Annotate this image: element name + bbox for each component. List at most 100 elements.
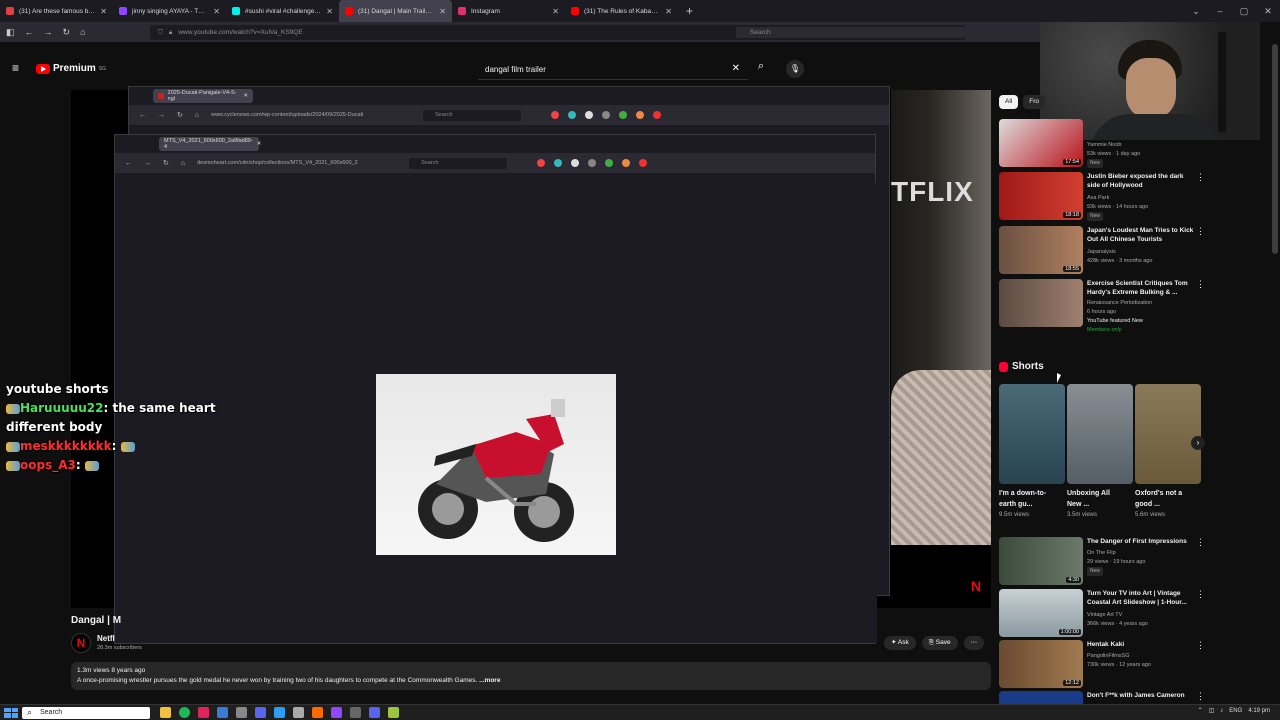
network-icon[interactable]: ◫ <box>1209 707 1215 714</box>
ask-button[interactable]: ✦ Ask <box>884 636 916 650</box>
browser-tab[interactable]: (31) The Rules of Kabaddi - EX✕ <box>565 0 678 22</box>
close-tab-icon[interactable]: ✕ <box>243 93 248 99</box>
video-description[interactable]: 1.3m views 8 years ago A once-promising … <box>71 662 991 690</box>
short-thumbnail[interactable] <box>1067 384 1133 484</box>
browser-tab[interactable]: #sushi #viral #challenge #pozzi✕ <box>226 0 339 22</box>
close-tab-icon[interactable]: ✕ <box>439 7 446 16</box>
home-icon[interactable]: ⌂ <box>195 112 199 119</box>
forward-arrow-icon[interactable]: → <box>144 160 151 167</box>
recommended-video[interactable]: Exercise Scientist Critiques Tom Hardy's… <box>999 279 1205 339</box>
app-icon[interactable] <box>198 707 209 718</box>
close-tab-icon[interactable]: ✕ <box>100 7 107 16</box>
home-icon[interactable]: ⌂ <box>181 160 185 167</box>
close-tab-icon[interactable]: ✕ <box>213 7 220 16</box>
app-icon[interactable] <box>331 707 342 718</box>
overlay-tab[interactable]: MTS_V4_2021_600x600_2a9fad89-4 ✕ <box>159 137 262 151</box>
video-thumbnail[interactable]: 1:00:00 <box>999 589 1083 637</box>
browser-tab[interactable]: (31) Are these famous butter c✕ <box>0 0 113 22</box>
file-explorer-icon[interactable] <box>160 707 171 718</box>
extension-icon[interactable] <box>571 159 580 167</box>
windows-start-icon[interactable] <box>4 707 18 718</box>
more-options-icon[interactable]: ⋮ <box>1196 537 1205 548</box>
browser-icon[interactable] <box>217 707 228 718</box>
taskbar-search-input[interactable]: Search <box>22 706 150 719</box>
app-icon[interactable] <box>274 707 285 718</box>
volume-icon[interactable]: ♪ <box>1220 708 1223 714</box>
overlay-tab[interactable]: 2025-Ducati-Panigale-V4-S-ngl ✕ <box>153 89 253 103</box>
extension-icon[interactable] <box>554 159 563 167</box>
browser-search-input[interactable]: Search <box>736 27 966 38</box>
back-arrow-icon[interactable]: ← <box>125 160 132 167</box>
chevron-down-icon[interactable]: ⌄ <box>1184 0 1208 22</box>
back-arrow-icon[interactable]: ← <box>139 112 146 119</box>
extension-icon[interactable] <box>619 111 628 119</box>
spotify-icon[interactable] <box>179 707 190 718</box>
recommended-video[interactable]: 1:00:00 Turn Your TV into Art | Vintage … <box>999 589 1205 639</box>
short-title[interactable]: Unboxing All New ... <box>1067 488 1123 510</box>
new-tab-icon[interactable]: + <box>678 4 701 18</box>
video-thumbnail[interactable]: 4:30 <box>999 537 1083 585</box>
reload-icon[interactable]: ↻ <box>177 111 183 119</box>
overlay-search-input[interactable]: Search <box>423 109 522 121</box>
channel-avatar[interactable]: N <box>71 633 91 653</box>
video-thumbnail[interactable] <box>999 691 1083 704</box>
back-arrow-icon[interactable]: ← <box>25 27 34 37</box>
extension-icon[interactable] <box>639 159 648 167</box>
save-button[interactable]: ⎘ Save <box>921 636 958 650</box>
youtube-search-input[interactable]: dangal film trailer ✕ <box>478 60 748 80</box>
recommended-video[interactable]: Don't F**k with James Cameron ⋮ <box>999 691 1204 704</box>
more-options-icon[interactable]: ⋮ <box>1196 226 1205 237</box>
video-thumbnail[interactable] <box>999 279 1083 327</box>
extension-icon[interactable] <box>653 111 662 119</box>
more-dots-icon[interactable]: ⋯ <box>963 636 985 650</box>
app-icon[interactable] <box>312 707 323 718</box>
more-options-icon[interactable]: ⋮ <box>1196 640 1205 651</box>
extension-icon[interactable] <box>588 159 597 167</box>
reload-icon[interactable]: ↻ <box>63 27 71 38</box>
recommended-video[interactable]: 18:18 Justin Bieber exposed the dark sid… <box>999 172 1205 222</box>
more-options-icon[interactable]: ⋮ <box>1196 589 1205 600</box>
app-icon[interactable] <box>369 707 380 718</box>
recommended-video[interactable]: 18:55 Japan's Loudest Man Tries to Kick … <box>999 226 1205 276</box>
chip-all[interactable]: All <box>999 95 1019 109</box>
maximize-icon[interactable]: ▢ <box>1232 0 1256 22</box>
more-options-icon[interactable]: ⋮ <box>1196 279 1205 290</box>
browser-tab-active[interactable]: (31) Dangal | Main Trailer | Netf✕ <box>339 0 452 22</box>
recommended-video[interactable]: 12:12 Hentak Kaki PangolinFilmsSG 730k v… <box>999 640 1205 690</box>
close-tab-icon[interactable]: ✕ <box>257 141 262 147</box>
search-icon[interactable]: ⌕ <box>752 60 770 78</box>
forward-arrow-icon[interactable]: → <box>44 27 53 37</box>
browser-tab[interactable]: Instagram ✕ <box>452 0 565 22</box>
clear-search-icon[interactable]: ✕ <box>732 63 740 74</box>
sidebar-toggle-icon[interactable]: ◧ <box>6 27 15 38</box>
page-scrollbar[interactable] <box>1272 44 1278 254</box>
video-thumbnail[interactable]: 17:54 <box>999 119 1083 167</box>
home-icon[interactable]: ⌂ <box>80 27 85 37</box>
app-icon[interactable] <box>388 707 399 718</box>
hamburger-menu-icon[interactable]: ≡ <box>12 62 22 74</box>
more-link[interactable]: ...more <box>479 677 500 684</box>
app-icon[interactable] <box>255 707 266 718</box>
channel-name[interactable]: Netfl <box>97 634 115 643</box>
short-thumbnail[interactable] <box>999 384 1065 484</box>
browser-tab[interactable]: jinny singing AYAYA - Twitch ✕ <box>113 0 226 22</box>
clock[interactable]: 4:19 pm <box>1248 708 1270 714</box>
chevron-right-icon[interactable]: › <box>1191 436 1205 450</box>
app-icon[interactable] <box>350 707 361 718</box>
extension-icon[interactable] <box>636 111 645 119</box>
minimize-icon[interactable]: – <box>1208 0 1232 22</box>
reload-icon[interactable]: ↻ <box>163 159 169 167</box>
extension-icon[interactable] <box>602 111 611 119</box>
address-bar[interactable]: ⛉ 🔒︎ www.youtube.com/watch?v=XulVa_KS9QE… <box>150 25 966 40</box>
video-thumbnail[interactable]: 18:18 <box>999 172 1083 220</box>
chip-from[interactable]: Fro <box>1023 95 1045 109</box>
app-icon[interactable] <box>236 707 247 718</box>
close-tab-icon[interactable]: ✕ <box>326 7 333 16</box>
chevron-up-icon[interactable]: ⌃ <box>1198 707 1203 714</box>
close-tab-icon[interactable]: ✕ <box>665 7 672 16</box>
video-thumbnail[interactable]: 12:12 <box>999 640 1083 688</box>
extension-icon[interactable] <box>605 159 614 167</box>
more-options-icon[interactable]: ⋮ <box>1196 172 1205 183</box>
short-title[interactable]: Oxford's not a good ... <box>1135 488 1191 510</box>
youtube-logo[interactable]: Premium SG <box>36 63 106 74</box>
